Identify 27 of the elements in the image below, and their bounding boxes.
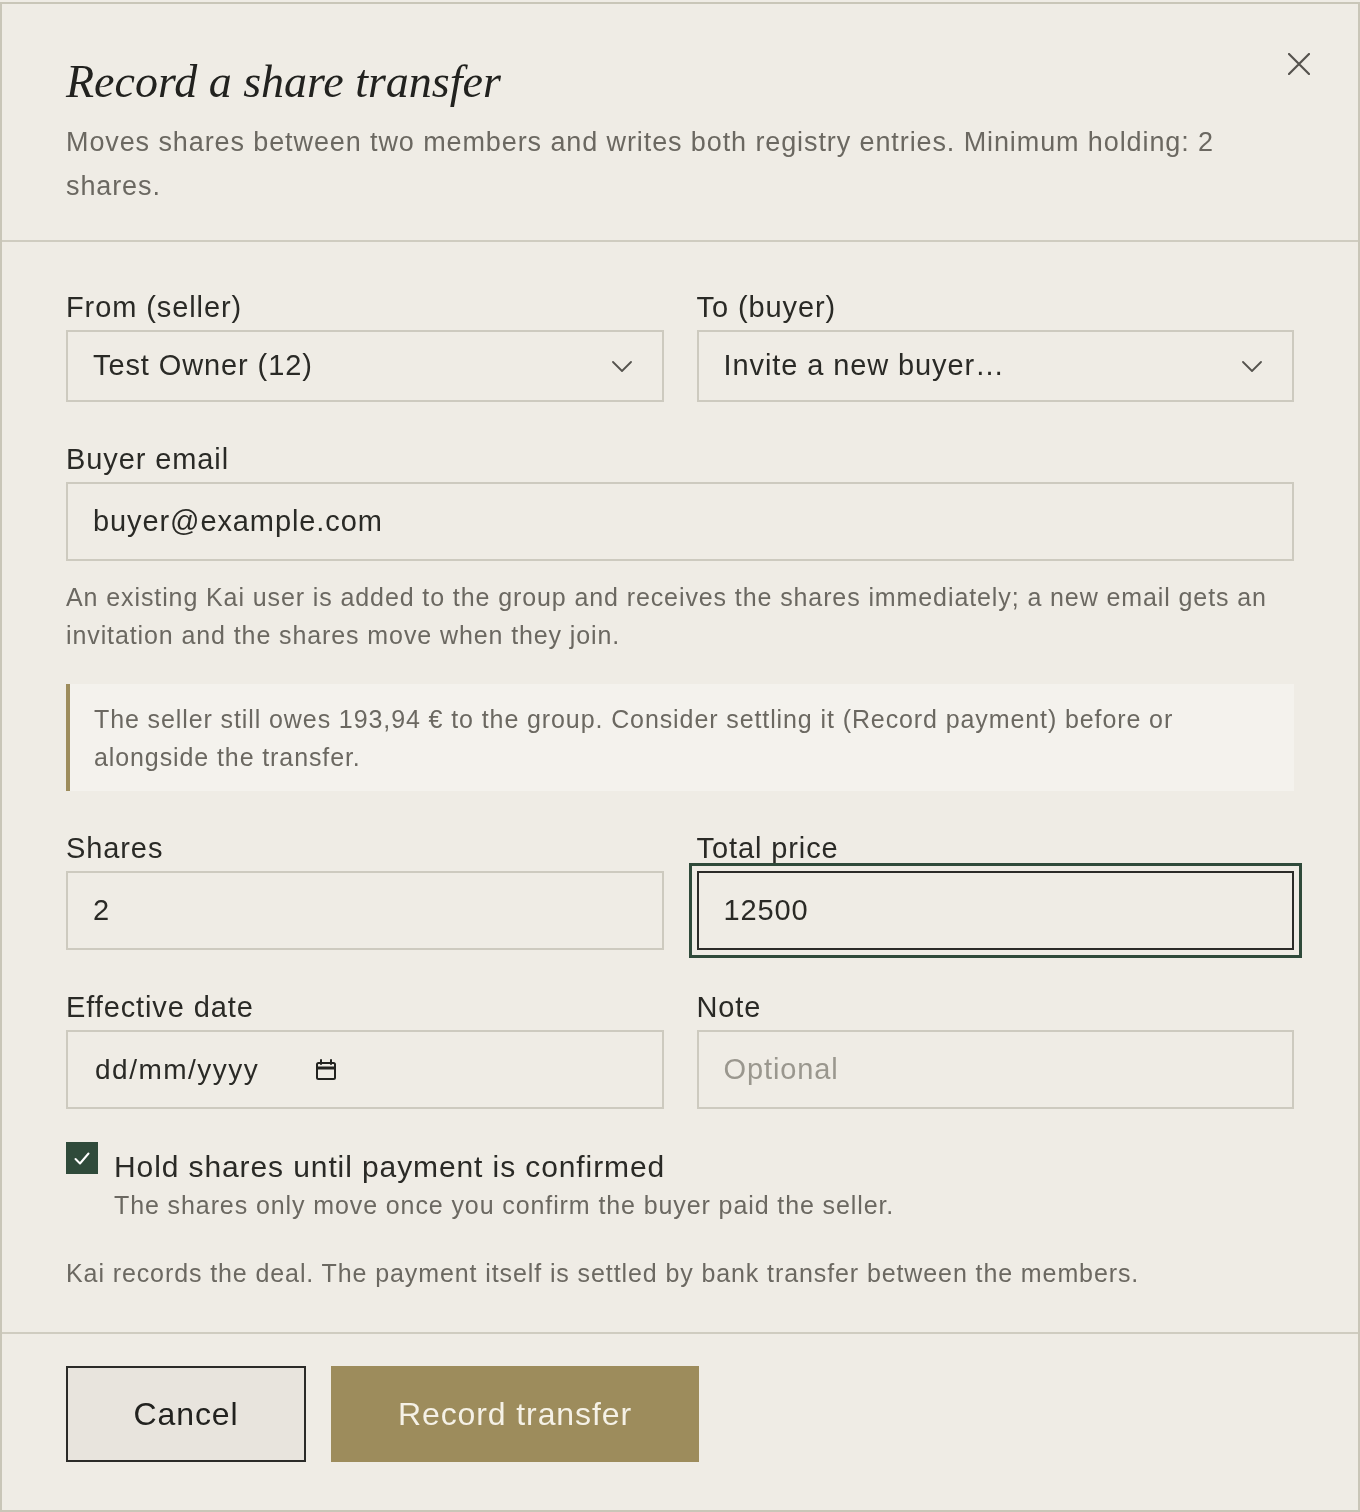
cancel-button[interactable]: Cancel — [66, 1366, 306, 1462]
dialog-title: Record a share transfer — [66, 55, 502, 109]
field-label: From (seller) — [66, 290, 244, 325]
text-input[interactable]: 2 — [66, 871, 664, 950]
select-field[interactable]: Invite a new buyer… — [696, 330, 1294, 402]
field-label: Buyer email — [66, 442, 230, 477]
field-label: Effective date — [66, 990, 255, 1025]
select-field[interactable]: Test Owner (12) — [66, 330, 664, 402]
footnote-text: Kai records the deal. The payment itself is settled by bank transfer between the members. — [66, 1258, 1141, 1289]
calendar-icon — [314, 1057, 339, 1082]
field-label: Shares — [66, 831, 165, 866]
close-icon — [1288, 53, 1310, 75]
checkbox-label[interactable]: Hold shares until payment is confirmed — [114, 1147, 895, 1187]
field-label: Note — [696, 990, 763, 1025]
helper-text: An existing Kai user is added to the group and receives the shares immediately; a new email gets an invitation and the shares move when they join. — [66, 582, 1268, 651]
text-input[interactable]: buyer@example.com — [66, 482, 1294, 561]
chevron-down-icon — [611, 360, 632, 372]
dialog-subtitle: Moves shares between two members and writes both registry entries. Minimum holding: 2 shares. — [66, 126, 1215, 203]
date-input[interactable]: dd/mm/yyyy — [66, 1030, 664, 1109]
checkmark-icon — [74, 1151, 90, 1165]
warning-callout: The seller still owes 193,94 € to the group. Consider settling it (Record payment) before or alongside the transfer. — [66, 684, 1294, 791]
checkbox[interactable] — [66, 1142, 98, 1174]
field-label: Total price — [696, 831, 840, 866]
field-label: To (buyer) — [696, 290, 838, 325]
text-input[interactable]: Optional — [696, 1030, 1294, 1109]
chevron-down-icon — [1242, 360, 1262, 372]
checkbox-description: The shares only move once you confirm the buyer paid the seller. — [114, 1190, 895, 1221]
